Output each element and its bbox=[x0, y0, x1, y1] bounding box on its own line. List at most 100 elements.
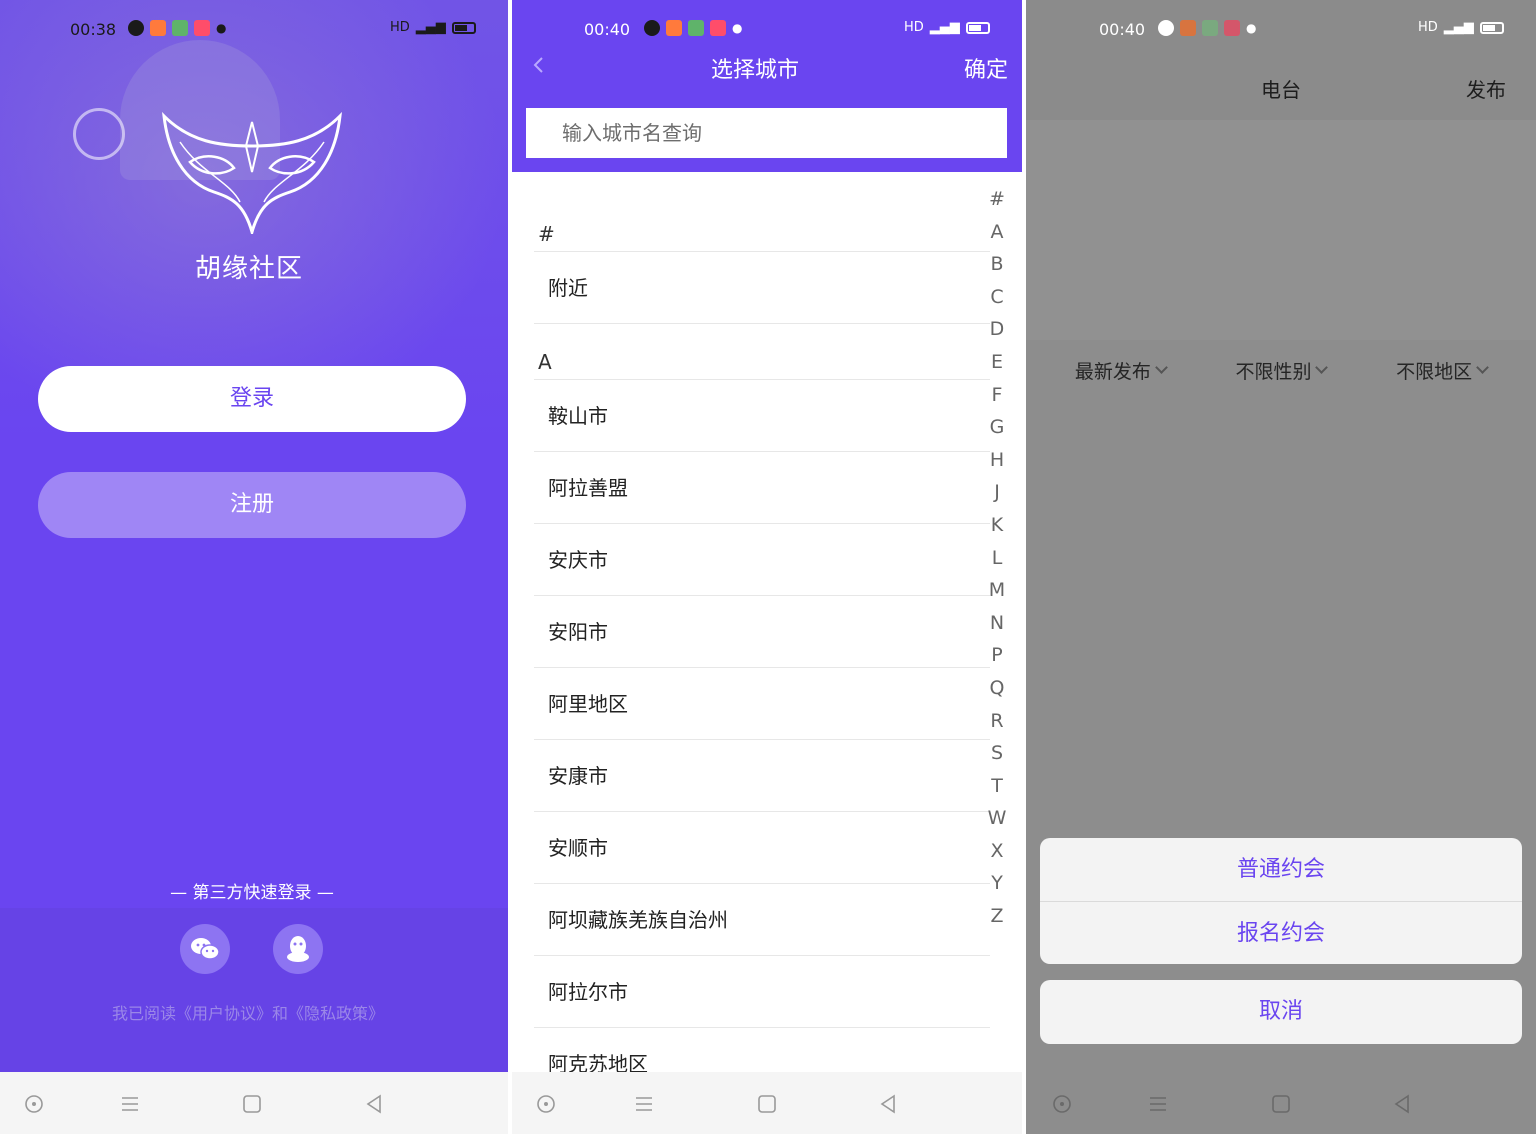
section-header: # bbox=[534, 196, 990, 252]
city-item[interactable]: 阿里地区 bbox=[534, 668, 990, 740]
chevron-down-icon bbox=[1154, 361, 1168, 374]
index-letter[interactable]: F bbox=[982, 379, 1012, 412]
index-letter[interactable]: W bbox=[982, 802, 1012, 835]
status-bar: 00:40 ● HD ▂▄▆ bbox=[1026, 18, 1536, 44]
index-letter[interactable]: Q bbox=[982, 672, 1012, 705]
battery-icon bbox=[1479, 21, 1504, 34]
battery-icon bbox=[451, 21, 476, 34]
menu-nav-icon[interactable] bbox=[1148, 1094, 1168, 1114]
dot-icon: ● bbox=[1246, 21, 1257, 35]
menu-nav-icon[interactable] bbox=[120, 1094, 140, 1114]
third-party-panel bbox=[0, 908, 508, 1072]
option-signup-date[interactable]: 报名约会 bbox=[1040, 901, 1522, 964]
confirm-button[interactable]: 确定 bbox=[964, 52, 1008, 84]
search-app-icon bbox=[1158, 20, 1174, 36]
radio-screen: 00:40 ● HD ▂▄▆ 电台 发布 最新发布 不限性别 不限地区 普通约会… bbox=[1026, 0, 1536, 1134]
index-letter[interactable]: Z bbox=[982, 900, 1012, 933]
alphabet-index[interactable]: # A B C D E F G H J K L M N P Q R S T W … bbox=[982, 183, 1012, 933]
assistant-nav-icon[interactable] bbox=[1052, 1094, 1072, 1114]
menu-nav-icon[interactable] bbox=[634, 1094, 654, 1114]
login-screen: 00:38 ● HD ▂▄▆ 胡缘社区 登录 注册 — 第三方快速登录 — 我已… bbox=[0, 0, 508, 1134]
app-icon bbox=[1180, 20, 1196, 36]
system-nav-bar bbox=[0, 1072, 508, 1134]
index-letter[interactable]: M bbox=[982, 574, 1012, 607]
back-nav-icon[interactable] bbox=[878, 1094, 898, 1114]
app-icon bbox=[194, 20, 210, 36]
status-time: 00:38 bbox=[70, 20, 117, 39]
system-nav-bar bbox=[1026, 1072, 1536, 1134]
index-letter[interactable]: # bbox=[982, 183, 1012, 216]
signal-text: HD bbox=[1418, 20, 1438, 35]
filter-region[interactable]: 不限地区 bbox=[1396, 352, 1490, 388]
cancel-button[interactable]: 取消 bbox=[1040, 980, 1522, 1044]
back-nav-icon[interactable] bbox=[364, 1094, 384, 1114]
app-icon bbox=[1202, 20, 1218, 36]
chevron-down-icon bbox=[1476, 361, 1490, 374]
index-letter[interactable]: S bbox=[982, 737, 1012, 770]
filter-gender[interactable]: 不限性别 bbox=[1235, 352, 1329, 388]
city-item[interactable]: 鞍山市 bbox=[534, 380, 990, 452]
index-letter[interactable]: K bbox=[982, 509, 1012, 542]
status-right: HD ▂▄▆ bbox=[904, 20, 990, 35]
dot-icon: ● bbox=[216, 21, 227, 35]
page-title: 电台 bbox=[1261, 78, 1301, 102]
section-header: A bbox=[534, 324, 990, 380]
index-letter[interactable]: A bbox=[982, 216, 1012, 249]
agreement-text[interactable]: 我已阅读《用户协议》和《隐私政策》 bbox=[0, 1000, 496, 1024]
app-icon bbox=[1224, 20, 1240, 36]
city-item[interactable]: 阿坝藏族羌族自治州 bbox=[534, 884, 990, 956]
city-list: # 附近 A 鞍山市 阿拉善盟 安庆市 安阳市 阿里地区 安康市 安顺市 阿坝藏… bbox=[534, 196, 990, 1100]
wechat-icon bbox=[191, 938, 220, 960]
city-item[interactable]: 安庆市 bbox=[534, 524, 990, 596]
city-item[interactable]: 阿拉善盟 bbox=[534, 452, 990, 524]
back-nav-icon[interactable] bbox=[1392, 1094, 1412, 1114]
app-icon bbox=[710, 20, 726, 36]
signal-text: HD bbox=[904, 20, 924, 35]
city-item-nearby[interactable]: 附近 bbox=[534, 252, 990, 324]
index-letter[interactable]: R bbox=[982, 705, 1012, 738]
filter-latest[interactable]: 最新发布 bbox=[1074, 352, 1168, 388]
city-item[interactable]: 安顺市 bbox=[534, 812, 990, 884]
city-item[interactable]: 安康市 bbox=[534, 740, 990, 812]
login-button[interactable]: 登录 bbox=[38, 366, 466, 432]
option-normal-date[interactable]: 普通约会 bbox=[1040, 838, 1522, 901]
qq-login-button[interactable] bbox=[273, 924, 323, 974]
index-letter[interactable]: J bbox=[982, 476, 1012, 509]
assistant-nav-icon[interactable] bbox=[536, 1094, 556, 1114]
index-letter[interactable]: T bbox=[982, 770, 1012, 803]
app-icon bbox=[666, 20, 682, 36]
wechat-login-button[interactable] bbox=[180, 924, 230, 974]
city-select-screen: 00:40 ● HD ▂▄▆ 选择城市 确定 # 附近 A 鞍山市 阿拉善盟 bbox=[512, 0, 1022, 1134]
mask-logo-icon bbox=[162, 112, 342, 234]
register-button[interactable]: 注册 bbox=[38, 472, 466, 538]
status-bar: 00:38 ● HD ▂▄▆ bbox=[0, 18, 508, 44]
home-nav-icon[interactable] bbox=[242, 1094, 262, 1114]
city-item[interactable]: 阿拉尔市 bbox=[534, 956, 990, 1028]
banner-area bbox=[1026, 120, 1536, 340]
index-letter[interactable]: E bbox=[982, 346, 1012, 379]
city-search-input[interactable] bbox=[526, 108, 1007, 158]
home-nav-icon[interactable] bbox=[1271, 1094, 1291, 1114]
index-letter[interactable]: X bbox=[982, 835, 1012, 868]
index-letter[interactable]: P bbox=[982, 639, 1012, 672]
index-letter[interactable]: C bbox=[982, 281, 1012, 314]
assistant-nav-icon[interactable] bbox=[24, 1094, 44, 1114]
notification-icons: ● bbox=[128, 20, 226, 36]
index-letter[interactable]: D bbox=[982, 313, 1012, 346]
index-letter[interactable]: G bbox=[982, 411, 1012, 444]
search-app-icon bbox=[644, 20, 660, 36]
index-letter[interactable]: B bbox=[982, 248, 1012, 281]
city-item[interactable]: 安阳市 bbox=[534, 596, 990, 668]
status-time: 00:40 bbox=[584, 20, 631, 39]
index-letter[interactable]: Y bbox=[982, 867, 1012, 900]
index-letter[interactable]: H bbox=[982, 444, 1012, 477]
signal-icon: ▂▄▆ bbox=[1443, 20, 1474, 35]
publish-button[interactable]: 发布 bbox=[1466, 74, 1506, 103]
filter-label: 最新发布 bbox=[1074, 360, 1151, 383]
signal-icon: ▂▄▆ bbox=[929, 20, 960, 35]
status-bar: 00:40 ● HD ▂▄▆ bbox=[512, 18, 1022, 44]
index-letter[interactable]: L bbox=[982, 542, 1012, 575]
index-letter[interactable]: N bbox=[982, 607, 1012, 640]
home-nav-icon[interactable] bbox=[757, 1094, 777, 1114]
search-app-icon bbox=[128, 20, 144, 36]
